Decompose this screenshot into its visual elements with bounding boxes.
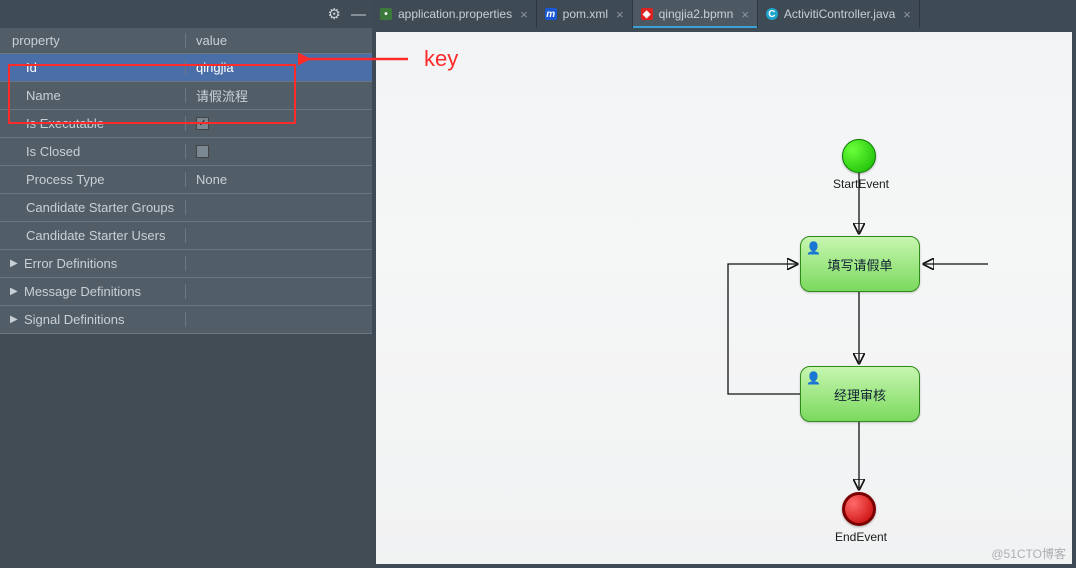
tab-qingjia2-bpmn[interactable]: ◆ qingjia2.bpmn ×	[633, 0, 758, 28]
checkbox-icon[interactable]: ✓	[196, 117, 209, 130]
prop-value[interactable]: 请假流程	[186, 86, 372, 105]
chevron-right-icon: ▶	[10, 258, 20, 269]
tab-label: application.properties	[398, 7, 512, 21]
close-icon[interactable]: ×	[614, 7, 624, 22]
task-label: 经理审核	[834, 385, 886, 404]
properties-file-icon: •	[380, 8, 392, 20]
close-icon[interactable]: ×	[901, 7, 911, 22]
prop-name: Candidate Starter Users	[0, 228, 186, 243]
properties-panel: ⚙ — property value Id qingjia Name 请假流程 …	[0, 0, 372, 568]
annotation-key-label: key	[424, 46, 458, 72]
user-icon: 👤	[806, 241, 820, 255]
header-property: property	[0, 33, 186, 48]
maven-file-icon: m	[545, 8, 557, 20]
exp-error-definitions[interactable]: ▶ Error Definitions	[0, 250, 372, 278]
java-file-icon: C	[766, 8, 778, 20]
prop-name: Is Closed	[0, 144, 186, 159]
prop-row-candidate-users[interactable]: Candidate Starter Users	[0, 222, 372, 250]
start-event-label: StartEvent	[816, 177, 906, 191]
bpmn-canvas[interactable]: StartEvent 👤 填写请假单 👤 经理审核 EndEvent	[376, 32, 1072, 564]
end-event-node[interactable]	[842, 492, 876, 526]
annotation-arrow	[298, 44, 418, 74]
prop-row-name[interactable]: Name 请假流程	[0, 82, 372, 110]
end-event-label: EndEvent	[816, 530, 906, 544]
prop-name: Candidate Starter Groups	[0, 200, 186, 215]
exp-message-definitions[interactable]: ▶ Message Definitions	[0, 278, 372, 306]
tab-activiti-controller[interactable]: C ActivitiController.java ×	[758, 0, 920, 28]
sequence-flows	[376, 32, 1072, 564]
prop-row-process-type[interactable]: Process Type None	[0, 166, 372, 194]
prop-value[interactable]: None	[186, 172, 372, 187]
tab-label: qingjia2.bpmn	[659, 7, 734, 21]
editor-tabs: • application.properties × m pom.xml × ◆…	[372, 0, 1076, 28]
exp-label: Error Definitions	[24, 256, 117, 271]
prop-name: Is Executable	[0, 116, 186, 131]
user-task-fill-form[interactable]: 👤 填写请假单	[800, 236, 920, 292]
tab-label: ActivitiController.java	[784, 7, 895, 21]
chevron-right-icon: ▶	[10, 286, 20, 297]
bpmn-file-icon: ◆	[641, 8, 653, 20]
start-event-node[interactable]	[842, 139, 876, 173]
prop-row-candidate-groups[interactable]: Candidate Starter Groups	[0, 194, 372, 222]
exp-signal-definitions[interactable]: ▶ Signal Definitions	[0, 306, 372, 334]
prop-row-is-executable[interactable]: Is Executable ✓	[0, 110, 372, 138]
watermark-text: @51CTO博客	[991, 545, 1066, 562]
prop-row-is-closed[interactable]: Is Closed	[0, 138, 372, 166]
prop-name: Process Type	[0, 172, 186, 187]
minimize-icon[interactable]: —	[351, 6, 366, 23]
checkbox-icon[interactable]	[196, 145, 209, 158]
gear-icon[interactable]: ⚙	[328, 5, 341, 23]
tab-application-properties[interactable]: • application.properties ×	[372, 0, 537, 28]
prop-name: Id	[0, 60, 186, 75]
user-icon: 👤	[806, 371, 820, 385]
chevron-right-icon: ▶	[10, 314, 20, 325]
panel-toolbar: ⚙ —	[0, 0, 372, 28]
task-label: 填写请假单	[827, 255, 892, 274]
prop-name: Name	[0, 88, 186, 103]
exp-label: Message Definitions	[24, 284, 141, 299]
panel-empty-space	[0, 334, 372, 568]
close-icon[interactable]: ×	[739, 7, 749, 22]
close-icon[interactable]: ×	[518, 7, 528, 22]
editor-area: • application.properties × m pom.xml × ◆…	[372, 0, 1076, 568]
exp-label: Signal Definitions	[24, 312, 124, 327]
user-task-manager-review[interactable]: 👤 经理审核	[800, 366, 920, 422]
tab-pom-xml[interactable]: m pom.xml ×	[537, 0, 633, 28]
tab-label: pom.xml	[563, 7, 608, 21]
